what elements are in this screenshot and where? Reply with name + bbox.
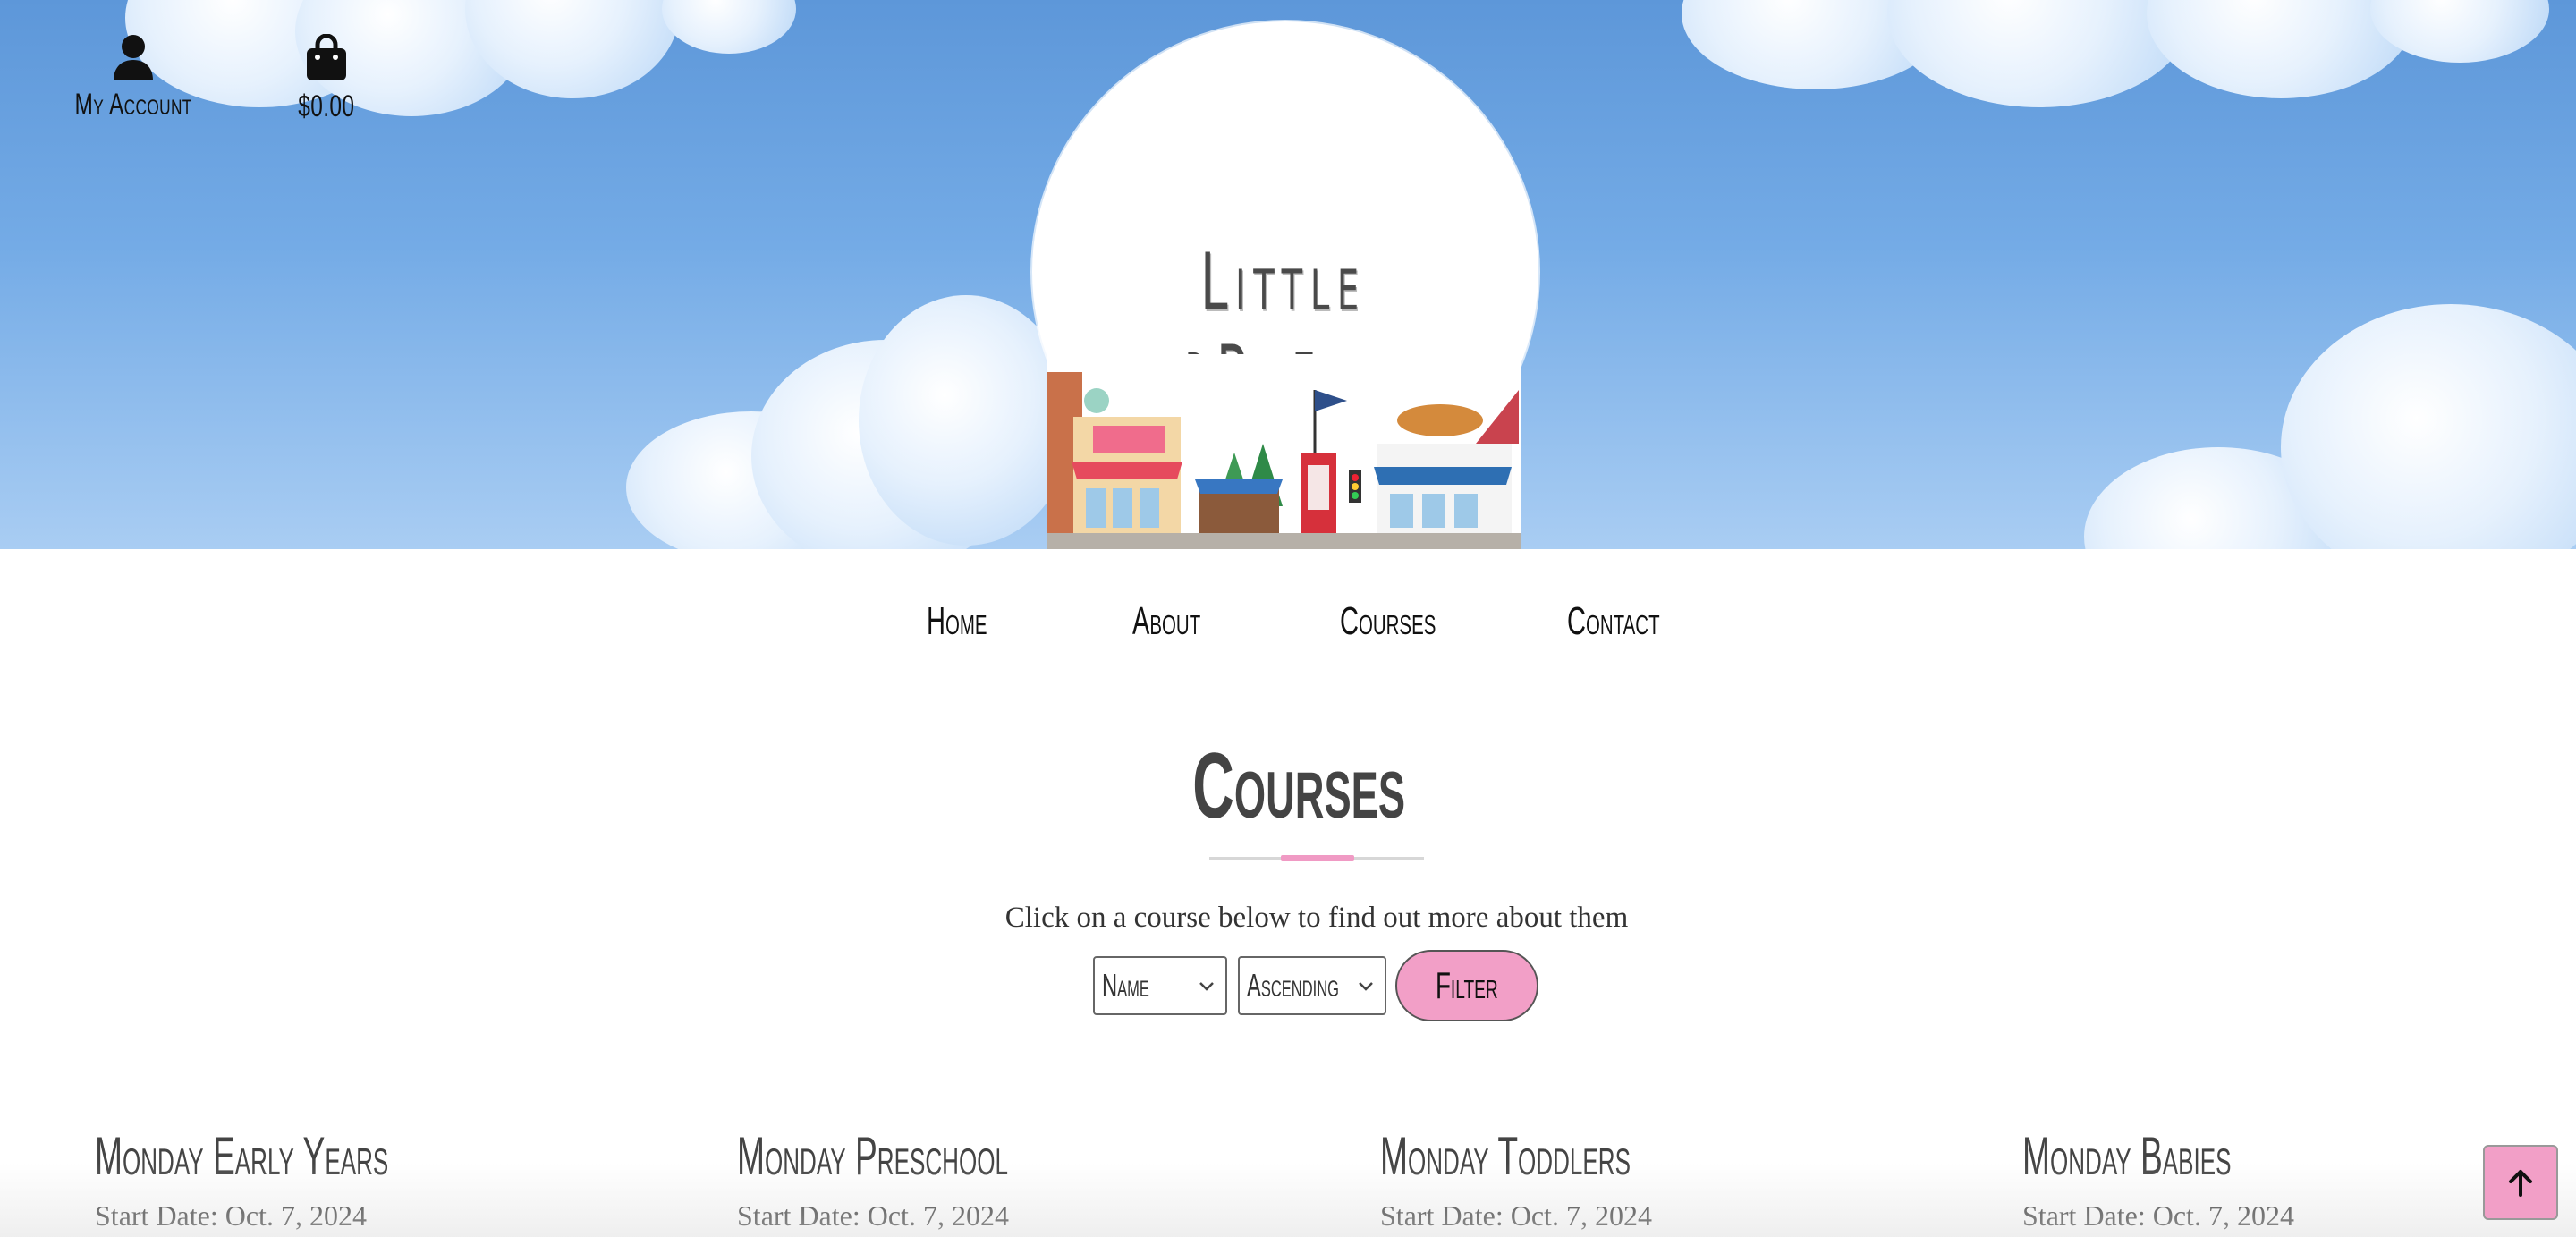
cloud-decoration <box>662 0 796 54</box>
nav-item-contact[interactable]: Contact <box>1567 599 1660 644</box>
course-name[interactable]: Monday Toddlers <box>1380 1125 1631 1187</box>
course-card[interactable]: Monday Toddlers Start Date: Oct. 7, 2024 <box>1380 1125 1953 1233</box>
nav-item-home[interactable]: Home <box>927 599 987 644</box>
my-account-link[interactable]: My Account <box>72 34 195 123</box>
chevron-down-icon <box>1359 982 1373 991</box>
nav-item-about[interactable]: About <box>1132 599 1200 644</box>
filter-button[interactable]: Filter <box>1395 950 1538 1021</box>
sort-field-value: Name <box>1102 967 1149 1004</box>
sort-order-value: Ascending <box>1247 967 1339 1004</box>
user-icon <box>114 35 153 80</box>
course-name[interactable]: Monday Early Years <box>95 1125 388 1187</box>
cart-link[interactable]: $0.00 <box>286 34 367 124</box>
course-start-date: Start Date: Oct. 7, 2024 <box>1380 1199 1652 1232</box>
sort-field-select[interactable]: Name <box>1093 956 1227 1015</box>
my-account-label: My Account <box>74 88 192 122</box>
course-card[interactable]: Monday Preschool Start Date: Oct. 7, 202… <box>737 1125 1309 1233</box>
course-name[interactable]: Monday Babies <box>2022 1125 2232 1187</box>
courses-intro: Click on a course below to find out more… <box>1004 902 1629 934</box>
course-card[interactable]: Monday Early Years Start Date: Oct. 7, 2… <box>95 1125 667 1233</box>
arrow-up-icon <box>2509 1170 2532 1197</box>
cart-total: $0.00 <box>298 89 355 123</box>
course-name[interactable]: Monday Preschool <box>737 1125 1008 1187</box>
town-illustration <box>1046 354 1521 549</box>
title-divider-accent <box>1281 855 1354 861</box>
course-filter: Name Ascending Filter <box>1093 950 1538 1021</box>
filter-button-label: Filter <box>1436 964 1498 1006</box>
course-list: Monday Early Years Start Date: Oct. 7, 2… <box>0 1125 2576 1237</box>
nav-item-courses[interactable]: Courses <box>1340 599 1436 644</box>
course-start-date: Start Date: Oct. 7, 2024 <box>737 1199 1009 1232</box>
chevron-down-icon <box>1199 982 1214 991</box>
cloud-decoration <box>1887 0 2191 107</box>
site-logo[interactable]: Little Pont Play Town <box>1029 21 1538 549</box>
back-to-top-button[interactable] <box>2483 1145 2558 1220</box>
shopping-bag-icon <box>307 34 346 80</box>
cloud-decoration <box>2281 304 2576 549</box>
sort-order-select[interactable]: Ascending <box>1238 956 1386 1015</box>
page-title: Courses <box>1192 734 1406 838</box>
site-header: My Account $0.00 Little Pont Play Town <box>0 0 2576 549</box>
course-start-date: Start Date: Oct. 7, 2024 <box>95 1199 367 1232</box>
